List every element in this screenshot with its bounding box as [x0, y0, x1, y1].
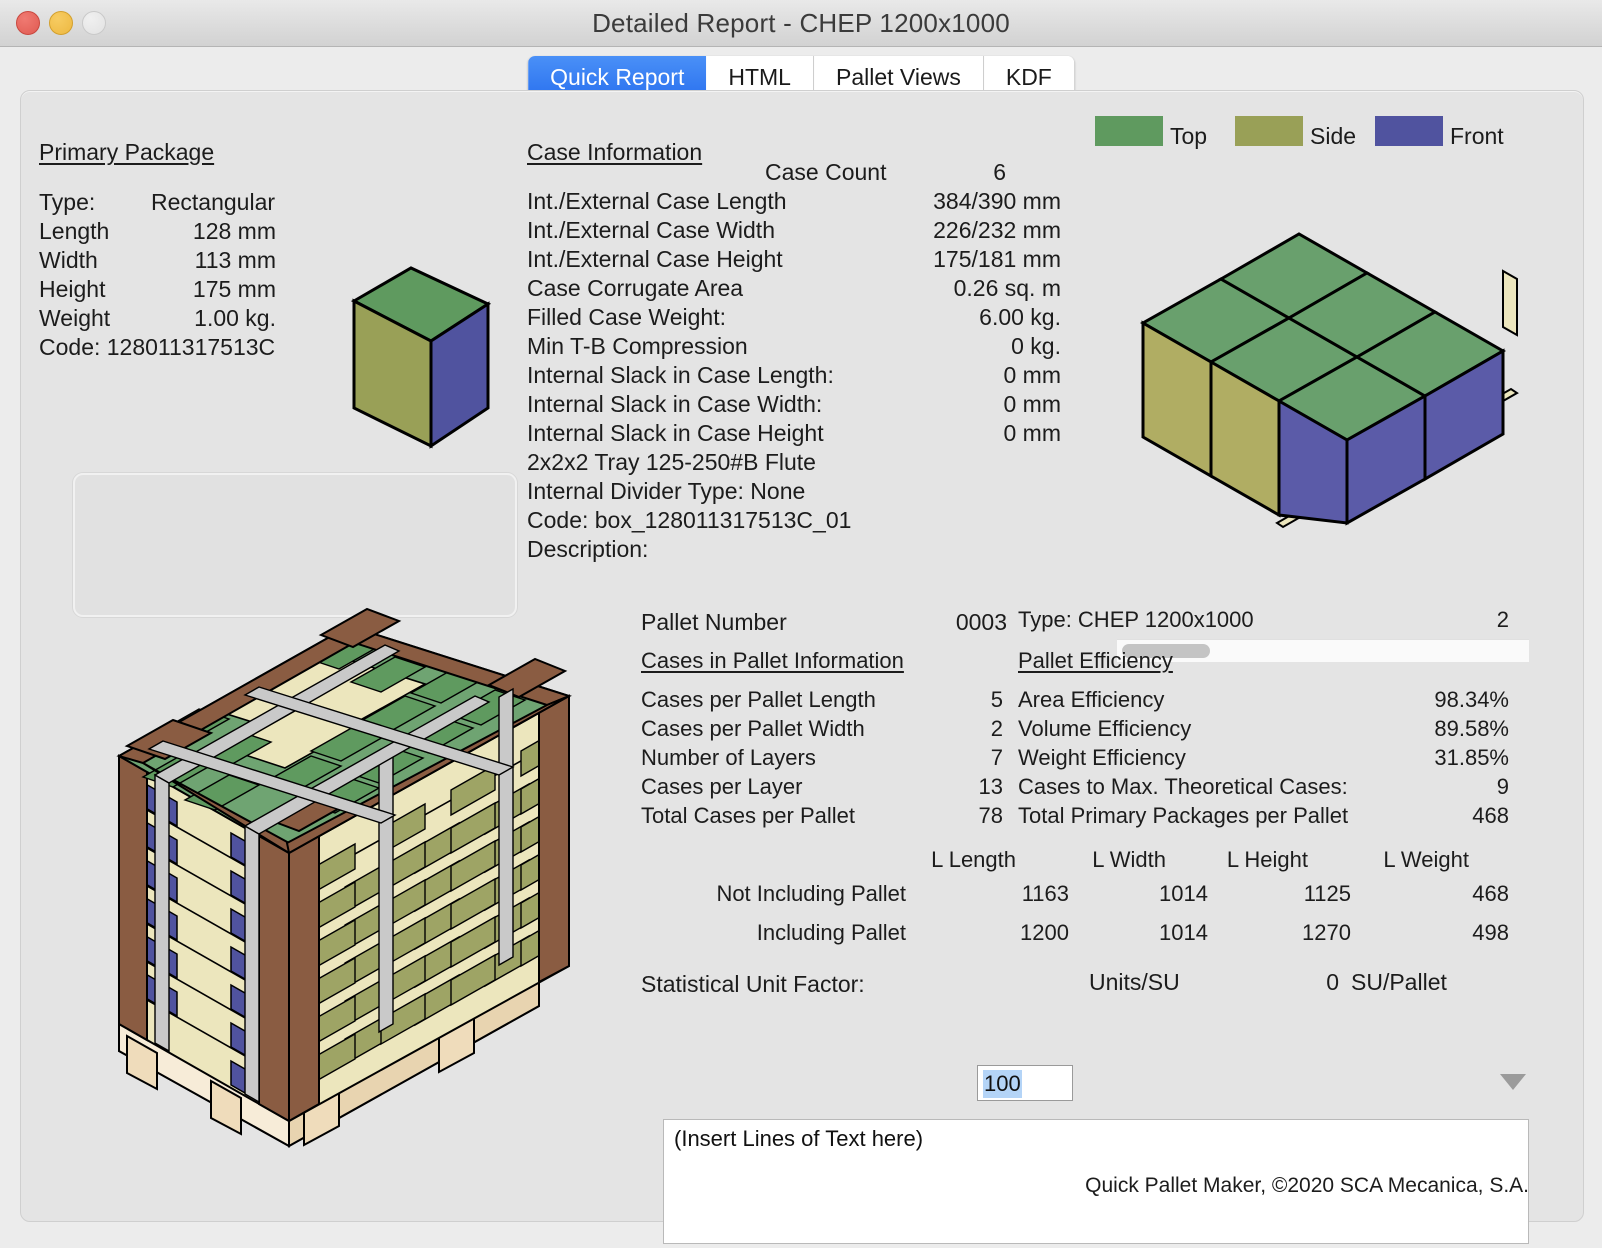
cp-row-3-value: 13 [978, 774, 1003, 799]
pp-width-label: Width [39, 247, 98, 273]
ci-row-8-label: Internal Slack in Case Height [527, 420, 824, 446]
pe-row-2-label: Weight Efficiency [1018, 745, 1186, 770]
ci-row-6-label: Internal Slack in Case Length: [527, 362, 834, 388]
footer-text: Quick Pallet Maker, ©2020 SCA Mecanica, … [1085, 1174, 1529, 1197]
primary-package-heading: Primary Package [39, 139, 215, 165]
pallet-3d-view [99, 581, 599, 1171]
table-row-0-cell-3: 468 [1472, 881, 1509, 906]
statistical-unit-factor-value: 100 [983, 1070, 1022, 1098]
legend-swatch-front [1375, 116, 1443, 146]
close-button[interactable] [16, 11, 40, 35]
pp-weight-label: Weight [39, 305, 111, 331]
legend-label-top: Top [1170, 123, 1208, 149]
ci-row-8-value: 0 mm [1003, 420, 1062, 446]
pp-length-label: Length [39, 218, 110, 244]
pe-row-2-value: 31.85% [1434, 745, 1509, 770]
statistical-unit-factor-label: Statistical Unit Factor: [641, 971, 865, 997]
legend-swatch-top [1095, 116, 1163, 146]
pe-row-3-value: 9 [1496, 774, 1509, 799]
pp-length-value: 128 mm [192, 218, 276, 244]
case-count-label: Case Count [765, 159, 887, 185]
ci-row-4-label: Filled Case Weight: [527, 304, 726, 330]
primary-package-3d-box [336, 256, 506, 456]
minimize-button[interactable] [49, 11, 73, 35]
ci-row-2-label: Int./External Case Height [527, 246, 783, 272]
ci-divider-type: Internal Divider Type: None [527, 478, 806, 504]
cp-row-4-value: 78 [978, 803, 1003, 828]
ci-code: Code: box_128011317513C_01 [527, 507, 852, 533]
pe-row-0-value: 98.34% [1434, 687, 1509, 712]
statistical-unit-factor-input[interactable]: 100 [977, 1065, 1073, 1101]
table-col-3: L Weight [1383, 847, 1469, 872]
legend-label-front: Front [1450, 123, 1504, 149]
window-controls [16, 11, 106, 35]
pe-row-4-value: 468 [1472, 803, 1509, 828]
ci-row-1-value: 226/232 mm [933, 217, 1061, 243]
case-information-heading: Case Information [527, 139, 703, 165]
pp-code: Code: 128011317513C [39, 334, 276, 360]
report-panel: Primary Package Type: Rectangular Length… [20, 90, 1584, 1244]
table-row-0-label: Not Including Pallet [716, 881, 906, 906]
legend-label-side: Side [1310, 123, 1357, 149]
pallet-right-count: 2 [1496, 607, 1509, 632]
ci-row-7-label: Internal Slack in Case Width: [527, 391, 823, 417]
pp-height-label: Height [39, 276, 106, 302]
notes-placeholder: (Insert Lines of Text here) [674, 1126, 924, 1151]
zoom-button[interactable] [82, 11, 106, 35]
ci-row-0-label: Int./External Case Length [527, 188, 787, 214]
pe-row-3-label: Cases to Max. Theoretical Cases: [1018, 774, 1348, 799]
pp-height-value: 175 mm [192, 276, 276, 302]
ci-row-1-label: Int./External Case Width [527, 217, 775, 243]
ci-row-5-value: 0 kg. [1011, 333, 1061, 359]
cp-row-2-value: 7 [990, 745, 1003, 770]
ci-row-5-label: Min T-B Compression [527, 333, 748, 359]
ci-row-7-value: 0 mm [1003, 391, 1062, 417]
su-per-pallet-value: 0 [1326, 969, 1339, 995]
pp-weight-value: 1.00 kg. [194, 305, 276, 331]
pallet-number-value: 0003 [955, 609, 1007, 635]
table-col-0: L Length [931, 847, 1016, 872]
pallet-efficiency-heading: Pallet Efficiency [1018, 648, 1173, 673]
pp-type-label: Type: [39, 189, 96, 215]
cp-row-0-label: Cases per Pallet Length [641, 687, 876, 712]
pe-row-1-value: 89.58% [1434, 716, 1509, 741]
cp-row-1-value: 2 [990, 716, 1003, 741]
case-view-scrollbar[interactable] [1117, 639, 1529, 662]
ci-row-6-value: 0 mm [1003, 362, 1062, 388]
window-title: Detailed Report - CHEP 1200x1000 [592, 7, 1010, 38]
pallet-number-label: Pallet Number [641, 609, 787, 635]
units-per-su-label: Units/SU [1089, 969, 1180, 995]
cp-row-2-label: Number of Layers [641, 745, 816, 770]
table-row-1-label: Including Pallet [756, 920, 906, 945]
cp-row-4-label: Total Cases per Pallet [641, 803, 855, 828]
ci-row-0-value: 384/390 mm [933, 188, 1061, 214]
ci-tray: 2x2x2 Tray 125-250#B Flute [527, 449, 816, 475]
ci-row-2-value: 175/181 mm [933, 246, 1061, 272]
table-row-1-cell-3: 498 [1472, 920, 1509, 945]
cases-in-pallet-heading: Cases in Pallet Information [641, 648, 904, 673]
table-col-1: L Width [1092, 847, 1166, 872]
pallet-type: Type: CHEP 1200x1000 [1018, 607, 1254, 632]
ci-description: Description: [527, 536, 649, 562]
pp-type-value: Rectangular [151, 189, 276, 215]
case-count-value: 6 [993, 159, 1006, 185]
ci-row-4-value: 6.00 kg. [979, 304, 1061, 330]
ci-row-3-label: Case Corrugate Area [527, 275, 744, 301]
pe-row-4-label: Total Primary Packages per Pallet [1018, 803, 1349, 828]
ci-row-3-value: 0.26 sq. m [953, 275, 1061, 301]
case-3d-view [1099, 171, 1529, 531]
su-per-pallet-label: SU/Pallet [1351, 969, 1447, 995]
pe-row-0-label: Area Efficiency [1018, 687, 1165, 712]
cp-row-0-value: 5 [990, 687, 1003, 712]
chevron-down-icon[interactable] [1500, 1074, 1526, 1090]
app-window: Detailed Report - CHEP 1200x1000 Quick R… [0, 0, 1602, 1248]
cp-row-3-label: Cases per Layer [641, 774, 803, 799]
cp-row-1-label: Cases per Pallet Width [641, 716, 865, 741]
pp-width-value: 113 mm [194, 247, 276, 273]
table-col-2: L Height [1226, 847, 1308, 872]
legend-swatch-side [1235, 116, 1303, 146]
title-bar: Detailed Report - CHEP 1200x1000 [0, 0, 1602, 47]
pe-row-1-label: Volume Efficiency [1018, 716, 1192, 741]
